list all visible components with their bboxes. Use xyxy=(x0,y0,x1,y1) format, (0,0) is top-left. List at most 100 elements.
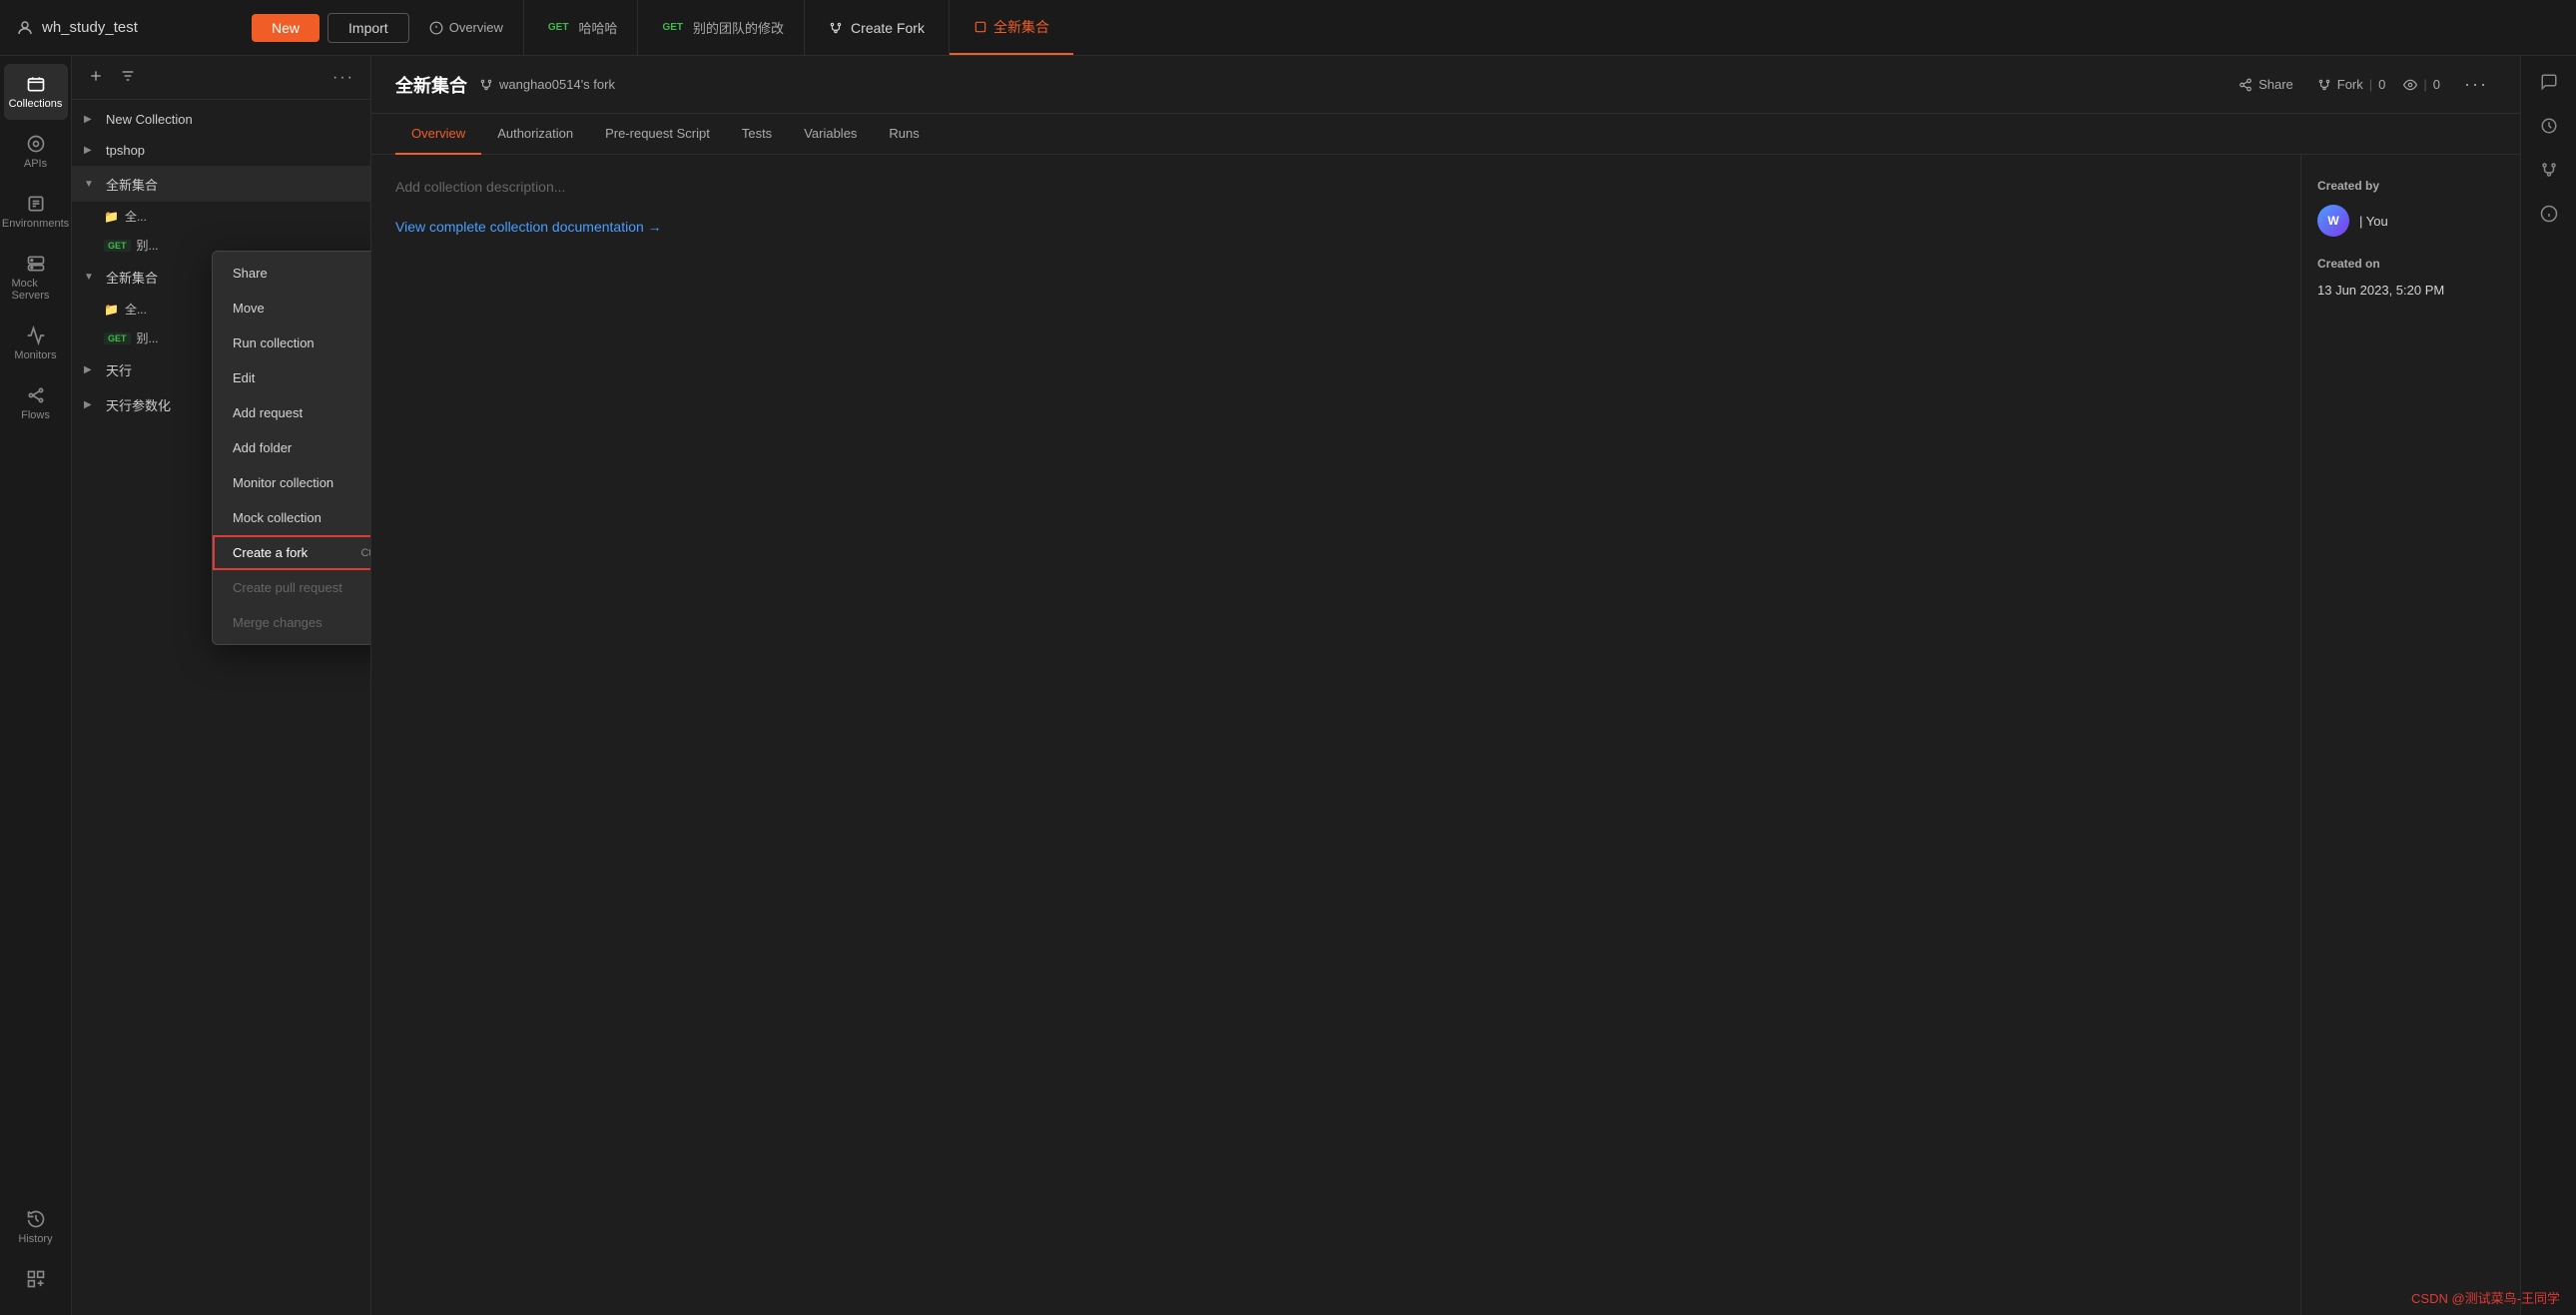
header-more-button[interactable]: ··· xyxy=(2456,70,2496,99)
mock-servers-nav-label: Mock Servers xyxy=(12,278,60,302)
content-sidebar-meta: Created by W | You Created on 13 Jun 202… xyxy=(2300,155,2520,1315)
ctx-monitor-collection[interactable]: Monitor collection xyxy=(213,465,371,500)
add-collection-button[interactable] xyxy=(84,64,108,91)
right-panel-comment-btn[interactable] xyxy=(2531,64,2567,100)
view-docs-link[interactable]: View complete collection documentation → xyxy=(395,219,662,235)
sidebar-item-apps[interactable] xyxy=(4,1259,68,1299)
filter-icon xyxy=(120,68,136,84)
sidebar-item-history[interactable]: History xyxy=(4,1199,68,1255)
content-tab-runs-label: Runs xyxy=(889,126,919,141)
share-action-label: Share xyxy=(2258,77,2293,92)
share-action-button[interactable]: Share xyxy=(2231,73,2301,96)
sidebar-item-environments[interactable]: Environments xyxy=(4,184,68,240)
content-tab-pre-request-label: Pre-request Script xyxy=(605,126,710,141)
apis-nav-label: APIs xyxy=(24,158,47,170)
icon-nav: Collections APIs Environments xyxy=(0,56,72,1315)
content-tab-authorization[interactable]: Authorization xyxy=(481,114,589,155)
right-panel-info-btn[interactable] xyxy=(2531,196,2567,232)
right-panel-history-btn[interactable] xyxy=(2531,108,2567,144)
collection-name-label: 全新集合 xyxy=(106,175,310,194)
collection-new-collection[interactable]: ▶ New Collection xyxy=(72,104,370,135)
filter-button[interactable] xyxy=(116,64,140,91)
sub-request-label: 别... xyxy=(137,329,159,346)
sidebar-item-mock-servers[interactable]: Mock Servers xyxy=(4,244,68,312)
header-actions: Share Fork | 0 | 0 xyxy=(2231,70,2496,99)
user-info: wh_study_test xyxy=(16,19,236,37)
ctx-move-label: Move xyxy=(233,301,265,316)
tab-create-fork[interactable]: Create Fork xyxy=(805,0,950,55)
created-by-user: | You xyxy=(2359,214,2388,229)
ctx-move[interactable]: Move xyxy=(213,291,371,326)
sidebar: ··· ▶ New Collection ▶ tpshop ▼ 全新集合 ☆ ·… xyxy=(72,56,371,1315)
chevron-right-icon: ▶ xyxy=(84,399,98,410)
collections-nav-label: Collections xyxy=(9,98,63,110)
comment-icon xyxy=(2540,73,2558,91)
content-tabs: Overview Authorization Pre-request Scrip… xyxy=(371,114,2520,155)
monitors-nav-label: Monitors xyxy=(14,349,56,361)
ctx-share-label: Share xyxy=(233,266,268,281)
ctx-create-fork[interactable]: Create a fork Ctrl+Alt+F xyxy=(213,535,371,570)
right-fork-icon xyxy=(2540,161,2558,179)
ctx-create-fork-label: Create a fork xyxy=(233,545,308,560)
mock-servers-icon xyxy=(26,254,46,274)
history-nav-label: History xyxy=(18,1233,52,1245)
right-panel-fork-btn[interactable] xyxy=(2531,152,2567,188)
top-bar-actions: New Import xyxy=(252,13,409,43)
tab-create-fork-label: Create Fork xyxy=(851,20,925,36)
ctx-edit-label: Edit xyxy=(233,370,255,385)
collection-tpshop[interactable]: ▶ tpshop xyxy=(72,135,370,166)
eye-number: 0 xyxy=(2433,77,2440,92)
fork-count-icon xyxy=(2317,78,2331,92)
ctx-mock-collection[interactable]: Mock collection xyxy=(213,500,371,535)
tab-hahaha[interactable]: GET 哈哈哈 xyxy=(524,0,639,55)
sidebar-item-apis[interactable]: APIs xyxy=(4,124,68,180)
sidebar-item-flows[interactable]: Flows xyxy=(4,375,68,431)
nav-bottom: History xyxy=(4,1199,68,1315)
sidebar-item-monitors[interactable]: Monitors xyxy=(4,316,68,371)
ctx-add-request[interactable]: Add request xyxy=(213,395,371,430)
content-tab-overview[interactable]: Overview xyxy=(395,114,481,155)
content-main: Add collection description... View compl… xyxy=(371,155,2300,1315)
content-header: 全新集合 wanghao0514's fork Share xyxy=(371,56,2520,114)
watermark: CSDN @测试菜鸟-王同学 xyxy=(2411,1288,2560,1307)
tab-overview[interactable]: Overview xyxy=(409,0,524,55)
meta-created: Created on 13 Jun 2023, 5:20 PM xyxy=(2317,257,2504,298)
right-history-icon xyxy=(2540,117,2558,135)
content-title: 全新集合 xyxy=(395,72,467,98)
share-icon xyxy=(2239,78,2253,92)
get-method-badge: GET xyxy=(104,332,131,344)
history-icon xyxy=(26,1209,46,1229)
content-tab-tests[interactable]: Tests xyxy=(726,114,788,155)
ctx-share[interactable]: Share xyxy=(213,256,371,291)
ctx-edit[interactable]: Edit xyxy=(213,360,371,395)
get-method-badge: GET xyxy=(104,240,131,252)
sub-folder-1[interactable]: 📁 全... xyxy=(72,202,370,231)
collection-quanxin1[interactable]: ▼ 全新集合 ☆ ··· xyxy=(72,166,370,202)
fork-user-label: wanghao0514's fork xyxy=(499,77,615,92)
content-tab-runs[interactable]: Runs xyxy=(873,114,935,155)
chevron-right-icon: ▶ xyxy=(84,114,98,125)
content-tab-variables[interactable]: Variables xyxy=(788,114,873,155)
import-button[interactable]: Import xyxy=(327,13,409,43)
content-tab-tests-label: Tests xyxy=(742,126,772,141)
ctx-create-pull: Create pull request xyxy=(213,570,371,605)
ctx-mock-collection-label: Mock collection xyxy=(233,510,322,525)
chevron-down-icon: ▼ xyxy=(84,272,98,283)
folder-icon: 📁 xyxy=(104,210,119,224)
created-on-label: Created on xyxy=(2317,257,2504,271)
eye-divider: | xyxy=(2423,77,2426,92)
content-tab-variables-label: Variables xyxy=(804,126,857,141)
content-tab-pre-request[interactable]: Pre-request Script xyxy=(589,114,726,155)
ctx-add-folder[interactable]: Add folder xyxy=(213,430,371,465)
collection-name-label: New Collection xyxy=(106,112,358,127)
chevron-right-icon: ▶ xyxy=(84,145,98,156)
overview-icon xyxy=(429,21,443,35)
tab-quanxin[interactable]: 全新集合 xyxy=(950,0,1073,55)
main-layout: Collections APIs Environments xyxy=(0,56,2576,1315)
sidebar-item-collections[interactable]: Collections xyxy=(4,64,68,120)
fork-badge-icon xyxy=(479,78,493,92)
ctx-run-collection[interactable]: Run collection xyxy=(213,326,371,360)
new-button[interactable]: New xyxy=(252,14,320,42)
tab-biede[interactable]: GET 别的团队的修改 xyxy=(638,0,805,55)
sidebar-more-button[interactable]: ··· xyxy=(328,65,358,91)
